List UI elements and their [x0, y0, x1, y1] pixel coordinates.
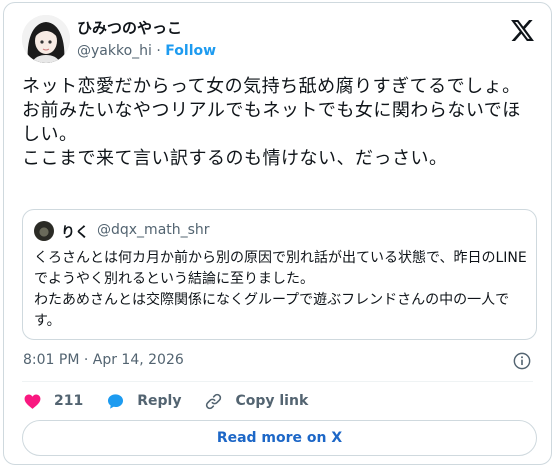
copy-link-label: Copy link: [235, 393, 309, 409]
author-display-name[interactable]: ひみつのやっこ: [77, 17, 182, 38]
reply-label: Reply: [137, 393, 182, 409]
reply-bubble-icon: [108, 393, 124, 409]
reply-button[interactable]: Reply: [106, 392, 181, 411]
link-icon: [206, 393, 222, 409]
divider: [22, 381, 533, 382]
like-button[interactable]: 211: [23, 392, 83, 411]
read-more-button[interactable]: Read more on X: [22, 420, 537, 456]
heart-icon: [24, 394, 41, 409]
post-text: ネット恋愛だからって女の気持ち舐め腐りすぎてるでしょ。 お前みたいなやつリアルで…: [22, 76, 521, 169]
author-avatar[interactable]: [22, 15, 70, 63]
x-logo-icon[interactable]: [511, 20, 534, 41]
author-handle-row: @yakko_hi · Follow: [77, 43, 216, 59]
quoted-author-handle: @dqx_math_shr: [97, 222, 210, 238]
author-handle[interactable]: @yakko_hi: [77, 43, 152, 59]
like-count: 211: [54, 393, 84, 409]
post-card: ひみつのやっこ @yakko_hi · Follow ネット恋愛だからって女の気…: [3, 2, 552, 465]
info-icon[interactable]: [513, 352, 531, 370]
copy-link-button[interactable]: Copy link: [204, 392, 308, 411]
read-more-label: Read more on X: [216, 430, 343, 446]
handle-separator: ·: [156, 43, 161, 59]
quoted-post-text: くろさんとは何カ月か前から別の原因で別れ話が出ている状態で、昨日のLINEでよう…: [34, 250, 527, 329]
quoted-author-avatar: [34, 221, 54, 241]
quoted-author-name: りく: [61, 225, 89, 241]
action-bar: 211 Reply Copy link: [23, 391, 331, 411]
quoted-post[interactable]: りく @dqx_math_shr くろさんとは何カ月か前から別の原因で別れ話が出…: [22, 209, 537, 340]
avatar-illustration: [22, 15, 70, 63]
post-timestamp[interactable]: 8:01 PM · Apr 14, 2026: [23, 352, 184, 368]
follow-button[interactable]: Follow: [165, 43, 216, 59]
